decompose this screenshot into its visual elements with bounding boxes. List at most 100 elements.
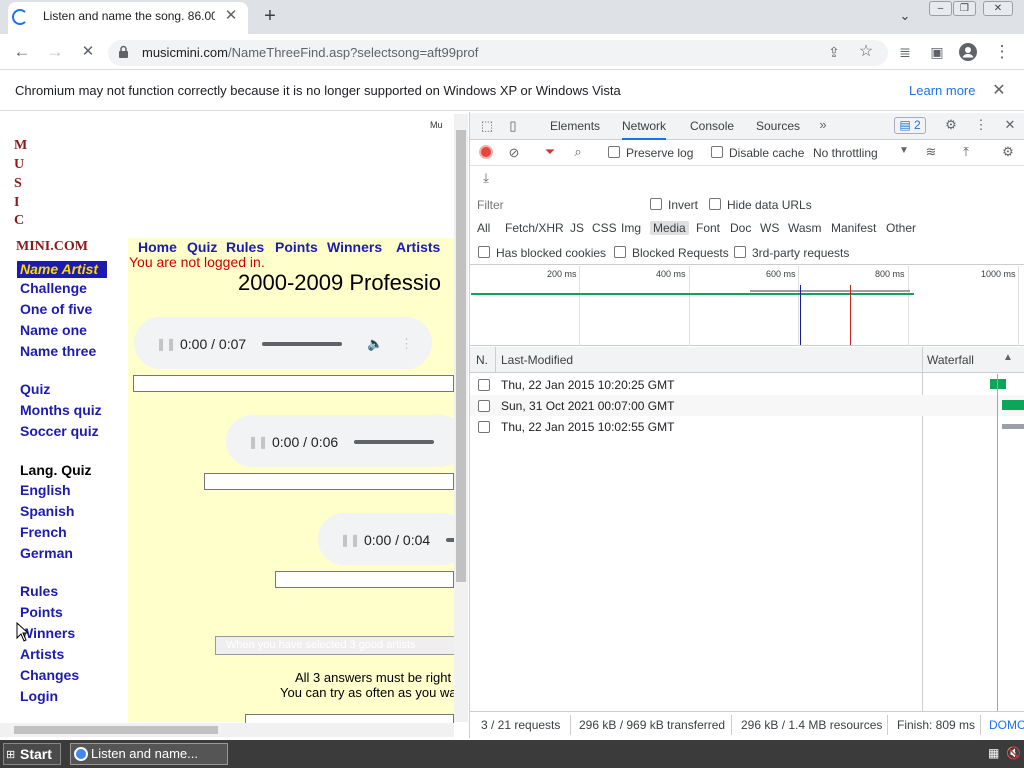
sidebar-item-points[interactable]: Points <box>20 604 63 620</box>
column-waterfall[interactable]: Waterfall <box>927 353 974 367</box>
export-har-icon[interactable]: ⤓ <box>478 170 494 186</box>
disable-cache-checkbox[interactable] <box>711 146 723 158</box>
sidebar-item-soccer-quiz[interactable]: Soccer quiz <box>20 423 99 439</box>
search-icon[interactable]: ⌕ <box>570 144 586 160</box>
column-name[interactable]: N. <box>476 353 488 367</box>
devtools-menu-icon[interactable]: ⋮ <box>973 117 989 133</box>
type-media[interactable]: Media <box>650 221 689 235</box>
sidebar-item-french[interactable]: French <box>20 524 67 540</box>
audio-player[interactable]: ❚❚ 0:00 / 0:04 <box>318 513 468 565</box>
audio-progress[interactable] <box>262 342 342 346</box>
type-manifest[interactable]: Manifest <box>831 221 876 235</box>
type-font[interactable]: Font <box>696 221 720 235</box>
column-last-modified[interactable]: Last-Modified <box>501 353 573 367</box>
sidebar-item-one-of-five[interactable]: One of five <box>20 301 92 317</box>
sidebar-item-artists[interactable]: Artists <box>20 646 64 662</box>
sort-up-icon[interactable]: ▲ <box>1002 352 1014 363</box>
sidebar-item-quiz[interactable]: Quiz <box>20 381 50 397</box>
taskbar-item[interactable]: Listen and name... <box>70 743 228 765</box>
volume-tray-icon[interactable]: 🔇 <box>1006 746 1021 760</box>
nav-winners[interactable]: Winners <box>327 239 382 255</box>
has-blocked-cookies-checkbox[interactable] <box>478 246 490 258</box>
play-icon[interactable]: ❚❚ <box>248 435 268 449</box>
sidebar-item-spanish[interactable]: Spanish <box>20 503 74 519</box>
volume-icon[interactable]: 🔈 <box>367 336 383 352</box>
filter-icon[interactable]: ⏷ <box>542 144 558 160</box>
tab-close-icon[interactable]: ✕ <box>222 7 240 25</box>
type-fetch-xhr[interactable]: Fetch/XHR <box>505 221 564 235</box>
audio-player[interactable]: ❚❚ 0:00 / 0:06 <box>226 415 466 467</box>
type-img[interactable]: Img <box>621 221 641 235</box>
submit-button[interactable]: When you have selected 3 good artists <box>215 636 455 655</box>
answer-field[interactable] <box>275 571 454 588</box>
audio-progress[interactable] <box>354 440 434 444</box>
sidebar-item-login[interactable]: Login <box>20 688 58 704</box>
play-icon[interactable]: ❚❚ <box>156 337 176 351</box>
blocked-requests-checkbox[interactable] <box>614 246 626 258</box>
sidebar-item-name-one[interactable]: Name one <box>20 322 87 338</box>
tab-search-icon[interactable]: ⌄ <box>894 8 916 26</box>
answer-field[interactable] <box>204 473 454 490</box>
import-har-icon[interactable]: ⤒ <box>958 144 974 160</box>
forward-icon[interactable]: → <box>44 42 66 62</box>
row-checkbox[interactable] <box>478 379 490 391</box>
preserve-log-checkbox[interactable] <box>608 146 620 158</box>
settings-gear-icon[interactable]: ⚙ <box>943 117 959 133</box>
share-icon[interactable]: ⇪ <box>823 42 845 62</box>
lock-icon[interactable] <box>118 45 130 61</box>
nav-points[interactable]: Points <box>275 239 318 255</box>
third-party-checkbox[interactable] <box>734 246 746 258</box>
more-options-icon[interactable]: ⋮ <box>400 336 413 352</box>
hide-data-urls-checkbox[interactable] <box>709 198 721 210</box>
page-scrollbar-thumb[interactable] <box>456 130 466 582</box>
devtools-close-icon[interactable]: ✕ <box>1002 117 1018 133</box>
invert-checkbox[interactable] <box>650 198 662 210</box>
sidebar-item-german[interactable]: German <box>20 545 73 561</box>
type-other[interactable]: Other <box>886 221 916 235</box>
tab-sources[interactable]: Sources <box>756 119 800 133</box>
tab-elements[interactable]: Elements <box>550 119 600 133</box>
audio-player[interactable]: ❚❚ 0:00 / 0:07 🔈 ⋮ <box>134 317 432 369</box>
type-css[interactable]: CSS <box>592 221 617 235</box>
sidebar-item-name-three[interactable]: Name three <box>20 343 96 359</box>
browser-menu-icon[interactable]: ⋮ <box>991 42 1013 62</box>
sidebar-item-rules[interactable]: Rules <box>20 583 58 599</box>
learn-more-link[interactable]: Learn more <box>909 83 975 98</box>
side-panel-icon[interactable]: ▣ <box>926 42 948 62</box>
tab-network[interactable]: Network <box>622 119 667 140</box>
page-hscrollbar-thumb[interactable] <box>14 726 218 734</box>
new-tab-button[interactable]: + <box>258 4 282 28</box>
inspect-element-icon[interactable]: ⬚ <box>479 118 495 134</box>
sidebar-item-name-artist[interactable]: Name Artist <box>17 261 107 278</box>
type-doc[interactable]: Doc <box>730 221 751 235</box>
reading-list-icon[interactable]: ≣ <box>894 42 916 62</box>
back-icon[interactable]: ← <box>11 42 33 62</box>
nav-home[interactable]: Home <box>138 239 177 255</box>
restore-button[interactable]: ❐ <box>953 1 976 16</box>
bookmark-star-icon[interactable]: ☆ <box>855 42 877 62</box>
type-ws[interactable]: WS <box>760 221 779 235</box>
nav-quiz[interactable]: Quiz <box>187 239 217 255</box>
nav-artists[interactable]: Artists <box>396 239 440 255</box>
type-js[interactable]: JS <box>570 221 584 235</box>
play-icon[interactable]: ❚❚ <box>340 533 360 547</box>
record-icon[interactable] <box>479 145 493 159</box>
window-close-button[interactable]: ✕ <box>983 1 1013 16</box>
more-tabs-icon[interactable]: » <box>815 117 831 132</box>
throttling-select[interactable]: No throttling <box>813 146 878 160</box>
network-tray-icon[interactable]: ▦ <box>988 746 999 760</box>
sidebar-item-challenge[interactable]: Challenge <box>20 280 87 296</box>
row-checkbox[interactable] <box>478 400 490 412</box>
infobar-close-icon[interactable]: ✕ <box>990 80 1008 99</box>
clear-icon[interactable]: ⊘ <box>506 145 522 161</box>
site-logo[interactable]: MINI.COM <box>16 239 88 255</box>
sidebar-item-english[interactable]: English <box>20 482 71 498</box>
sidebar-item-months-quiz[interactable]: Months quiz <box>20 402 102 418</box>
stop-loading-icon[interactable]: ✕ <box>77 42 99 62</box>
issues-badge[interactable]: ▤ 2 <box>894 117 926 134</box>
network-conditions-icon[interactable]: ≋ <box>922 144 940 160</box>
filter-input[interactable] <box>472 196 638 214</box>
network-settings-icon[interactable]: ⚙ <box>1000 144 1016 160</box>
profile-avatar-icon[interactable] <box>958 42 980 62</box>
answer-field[interactable] <box>133 375 454 392</box>
